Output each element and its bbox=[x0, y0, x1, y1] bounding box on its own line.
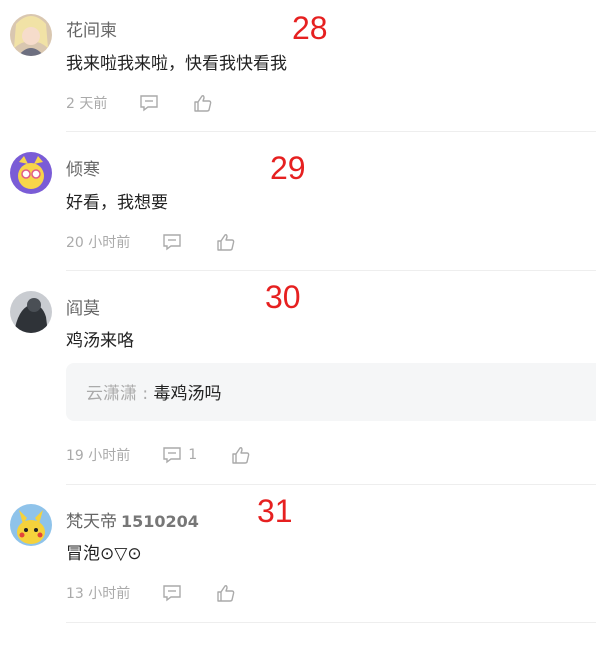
annotation-number: 30 bbox=[265, 279, 301, 315]
comment-username[interactable]: 倾寒 bbox=[66, 155, 100, 180]
comment-list: 花间柬 28 我来啦我来啦，快看我快看我 2 天前 倾寒 29 好看，我想要 2… bbox=[0, 0, 596, 652]
like-icon[interactable] bbox=[216, 233, 236, 252]
avatar[interactable] bbox=[10, 152, 52, 194]
reply-icon[interactable] bbox=[139, 94, 159, 112]
avatar[interactable] bbox=[10, 14, 52, 56]
comment-time: 19 小时前 bbox=[66, 448, 131, 464]
comment-text: 冒泡⊙▽⊙ bbox=[66, 544, 142, 564]
divider bbox=[66, 131, 596, 132]
username-text[interactable]: 倾寒 bbox=[66, 160, 100, 180]
comment-meta: 19 小时前 1 bbox=[66, 445, 251, 465]
like-icon[interactable] bbox=[216, 584, 236, 603]
comment-meta: 20 小时前 bbox=[66, 232, 236, 252]
reply-icon[interactable] bbox=[162, 233, 182, 251]
comment-text: 我来啦我来啦，快看我快看我 bbox=[66, 54, 287, 74]
comment-time: 2 天前 bbox=[66, 96, 108, 112]
annotation-number: 31 bbox=[257, 493, 293, 529]
divider bbox=[66, 270, 596, 271]
username-id: 1510204 bbox=[121, 512, 199, 531]
annotation-number: 29 bbox=[270, 150, 306, 186]
like-icon[interactable] bbox=[231, 446, 251, 465]
avatar[interactable] bbox=[10, 504, 52, 546]
comment-username[interactable]: 花间柬 bbox=[66, 16, 117, 41]
comment-username[interactable]: 梵天帝 1510204 bbox=[66, 507, 199, 532]
comment-time: 13 小时前 bbox=[66, 586, 131, 602]
reply-count[interactable]: 1 bbox=[188, 447, 197, 463]
comment-time: 20 小时前 bbox=[66, 235, 131, 251]
sub-reply-text: 毒鸡汤吗 bbox=[153, 384, 222, 404]
username-text[interactable]: 花间柬 bbox=[66, 21, 117, 41]
sub-reply-line: 云潇潇 : 毒鸡汤吗 bbox=[86, 379, 222, 404]
comment-text: 鸡汤来咯 bbox=[66, 331, 134, 351]
divider bbox=[66, 484, 596, 485]
sub-reply-box[interactable]: 云潇潇 : 毒鸡汤吗 bbox=[66, 363, 596, 421]
comment-meta: 2 天前 bbox=[66, 93, 213, 113]
comment-text: 好看，我想要 bbox=[66, 193, 168, 213]
annotation-number: 28 bbox=[292, 10, 328, 46]
reply-icon[interactable] bbox=[162, 584, 182, 602]
username-text[interactable]: 阎莫 bbox=[66, 299, 100, 319]
comment-meta: 13 小时前 bbox=[66, 583, 236, 603]
comment-username[interactable]: 阎莫 bbox=[66, 294, 100, 319]
divider bbox=[66, 622, 596, 623]
avatar[interactable] bbox=[10, 291, 52, 333]
username-text[interactable]: 梵天帝 bbox=[66, 512, 117, 532]
reply-icon[interactable]: 1 bbox=[162, 446, 197, 464]
sub-reply-user[interactable]: 云潇潇 : bbox=[86, 384, 154, 404]
like-icon[interactable] bbox=[193, 94, 213, 113]
